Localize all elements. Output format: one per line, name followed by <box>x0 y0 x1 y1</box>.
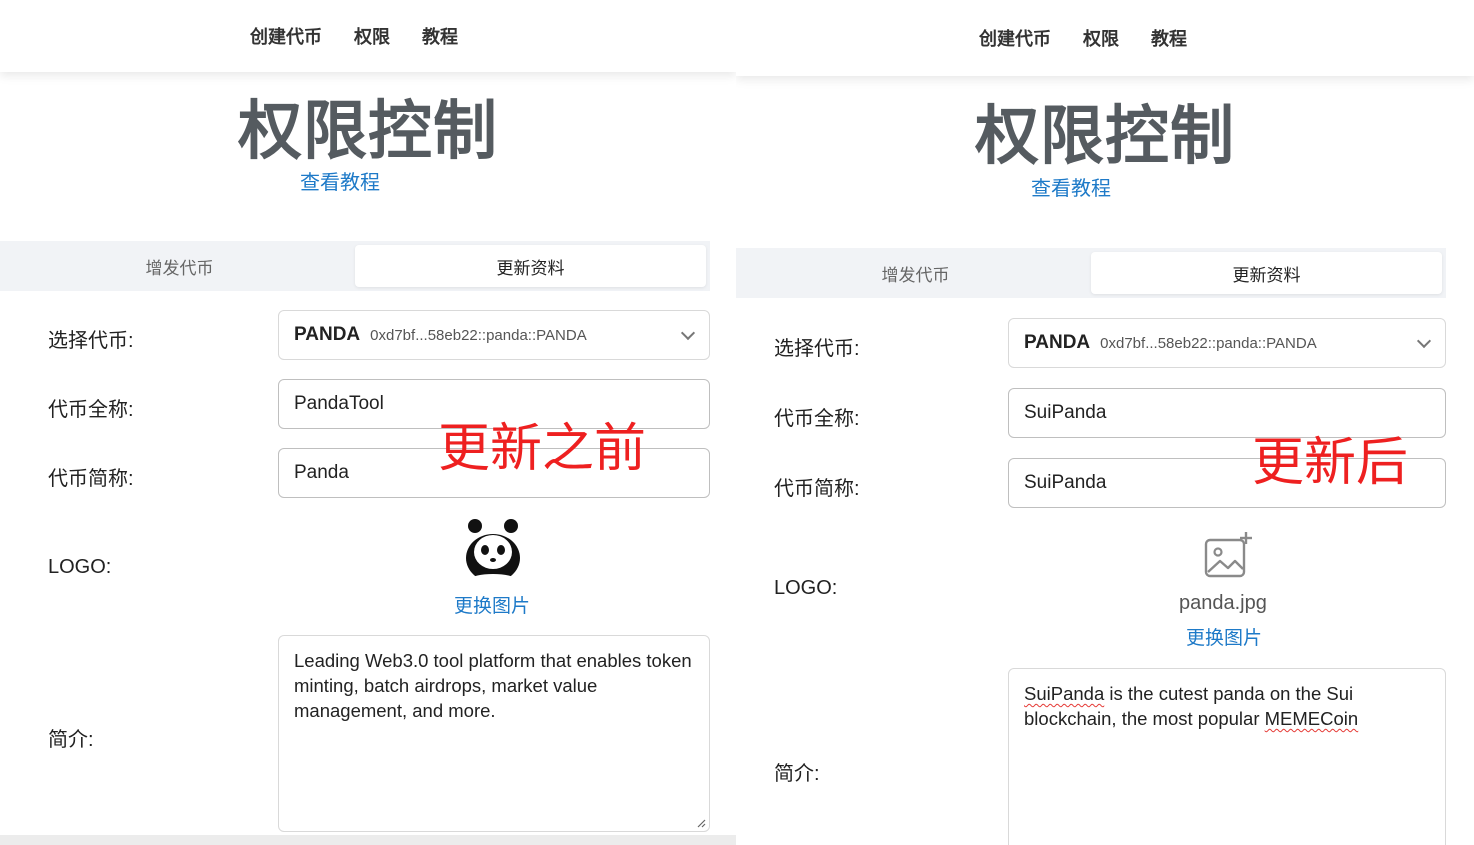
tab-mint-token[interactable]: 增发代币 <box>4 245 355 287</box>
change-image-link[interactable]: 更换图片 <box>1186 623 1262 650</box>
nav-create-token[interactable]: 创建代币 <box>250 23 322 49</box>
top-nav: 创建代币 权限 教程 <box>0 0 736 72</box>
resize-handle-icon[interactable] <box>696 818 706 828</box>
chevron-down-icon <box>680 325 696 341</box>
before-panel: 创建代币 权限 教程 权限控制 查看教程 增发代币 更新资料 选择代币: PAN… <box>0 0 736 845</box>
panda-logo-image <box>458 516 528 586</box>
token-select[interactable]: PANDA 0xd7bf...58eb22::panda::PANDA <box>278 310 710 360</box>
chevron-down-icon <box>1416 333 1432 349</box>
bottom-divider <box>0 835 736 845</box>
tabs-bar: 增发代币 更新资料 <box>736 248 1446 298</box>
nav-tutorial[interactable]: 教程 <box>422 23 458 49</box>
top-nav: 创建代币 权限 教程 <box>736 0 1474 76</box>
intro-label: 简介: <box>774 763 820 785</box>
token-address: 0xd7bf...58eb22::panda::PANDA <box>1100 334 1317 352</box>
nav-create-token[interactable]: 创建代币 <box>979 25 1051 51</box>
tutorial-link[interactable]: 查看教程 <box>736 172 1440 201</box>
tabs-bar: 增发代币 更新资料 <box>0 241 710 291</box>
intro-textarea[interactable]: SuiPanda is the cutest panda on the Sui … <box>1008 668 1446 845</box>
misspelled-word: SuiPanda <box>1024 683 1105 704</box>
select-token-label: 选择代币: <box>48 330 134 352</box>
intro-textarea[interactable]: Leading Web3.0 tool platform that enable… <box>278 635 710 832</box>
misspelled-word: MEMECoin <box>1264 708 1359 729</box>
logo-label: LOGO: <box>774 577 838 599</box>
full-name-label: 代币全称: <box>774 408 860 430</box>
intro-text: Leading Web3.0 tool platform that enable… <box>294 650 692 721</box>
token-select[interactable]: PANDA 0xd7bf...58eb22::panda::PANDA <box>1008 318 1446 368</box>
page-title: 权限控制 <box>975 100 1235 172</box>
select-token-label: 选择代币: <box>774 338 860 360</box>
before-annotation: 更新之前 <box>438 420 647 478</box>
tutorial-link[interactable]: 查看教程 <box>0 166 708 195</box>
after-annotation: 更新后 <box>1252 434 1409 492</box>
nav-permissions[interactable]: 权限 <box>354 23 390 49</box>
tab-mint-token[interactable]: 增发代币 <box>740 252 1091 294</box>
change-image-link[interactable]: 更换图片 <box>454 591 530 618</box>
short-name-label: 代币简称: <box>48 468 134 490</box>
nav-permissions[interactable]: 权限 <box>1083 25 1119 51</box>
tab-update-info[interactable]: 更新资料 <box>355 245 706 287</box>
token-address: 0xd7bf...58eb22::panda::PANDA <box>370 326 587 344</box>
logo-label: LOGO: <box>48 556 112 578</box>
page-title: 权限控制 <box>238 95 498 167</box>
token-symbol: PANDA <box>1024 332 1091 353</box>
intro-label: 简介: <box>48 729 94 751</box>
logo-filename: panda.jpg <box>1179 592 1267 614</box>
short-name-label: 代币简称: <box>774 478 860 500</box>
token-symbol: PANDA <box>294 324 361 345</box>
add-image-icon[interactable] <box>1202 530 1254 582</box>
nav-tutorial[interactable]: 教程 <box>1151 25 1187 51</box>
tab-update-info[interactable]: 更新资料 <box>1091 252 1442 294</box>
after-panel: 创建代币 权限 教程 权限控制 查看教程 增发代币 更新资料 选择代币: PAN… <box>736 0 1474 845</box>
full-name-label: 代币全称: <box>48 399 134 421</box>
